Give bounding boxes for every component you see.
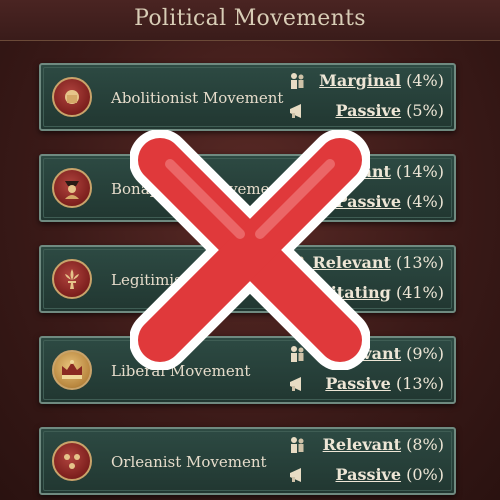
megaphone-icon — [290, 468, 301, 482]
movement-row-orleanist[interactable]: Orleanist Movement Relevant (8%) Passive… — [39, 427, 456, 495]
panel-header: Political Movements — [0, 0, 500, 41]
activism-status[interactable]: Passive (0%) — [335, 465, 444, 484]
fleur-de-lis-icon — [52, 259, 92, 299]
fleur-de-lis-trio-icon — [52, 441, 92, 481]
megaphone-icon — [290, 377, 301, 391]
support-status[interactable]: Marginal (4%) — [319, 71, 444, 90]
panel-title: Political Movements — [134, 6, 366, 31]
people-icon — [291, 73, 304, 89]
people-icon — [291, 437, 304, 453]
megaphone-icon — [290, 104, 301, 118]
bust-icon — [52, 168, 92, 208]
movement-row-abolitionist[interactable]: Abolitionist Movement Marginal (4%) Pass… — [39, 63, 456, 131]
support-status[interactable]: Relevant (8%) — [323, 435, 444, 454]
activism-status[interactable]: Passive (5%) — [335, 101, 444, 120]
activism-status[interactable]: Passive (13%) — [325, 374, 444, 393]
crown-icon — [52, 350, 92, 390]
movement-name: Orleanist Movement — [111, 453, 267, 471]
red-x-icon — [130, 130, 370, 370]
movement-name: Abolitionist Movement — [111, 89, 284, 107]
fist-icon — [52, 77, 92, 117]
